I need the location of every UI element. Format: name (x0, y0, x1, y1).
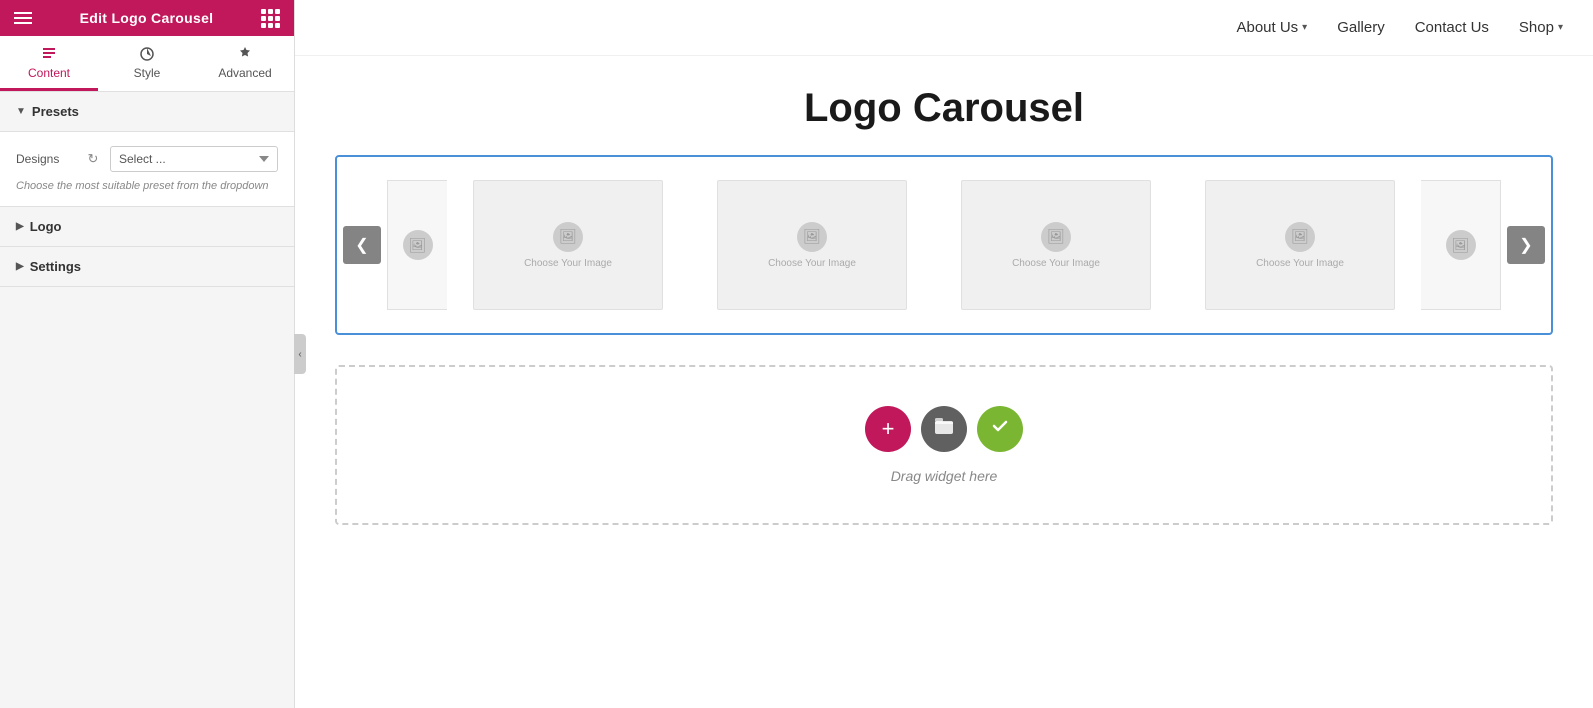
sidebar-content: ▼ Presets Designs ↻ Select ... Choose th… (0, 92, 294, 708)
slide-2-content: 🖼 Choose Your Image (768, 222, 856, 269)
designs-label: Designs (16, 152, 76, 166)
nav-contact-us-label: Contact Us (1415, 19, 1489, 36)
drag-widget-text: Drag widget here (891, 468, 998, 484)
tab-advanced[interactable]: Advanced (196, 36, 294, 91)
slide-partial-right-content: 🖼 (1446, 230, 1476, 260)
hamburger-icon[interactable] (14, 12, 32, 24)
arrow-left-icon: ❮ (355, 235, 368, 255)
image-icon: 🖼 (403, 230, 433, 260)
tab-content-label: Content (28, 66, 70, 80)
image-placeholder-icon-2: 🖼 (797, 222, 827, 252)
design-select[interactable]: Select ... (110, 146, 278, 172)
drop-zone: + (335, 365, 1553, 525)
sidebar-tabs: Content Style Advanced (0, 36, 294, 92)
nav-item-contact-us[interactable]: Contact Us (1415, 19, 1489, 36)
slide-4-content: 🖼 Choose Your Image (1256, 222, 1344, 269)
folder-icon (933, 415, 955, 443)
shop-dropdown-icon: ▾ (1558, 22, 1563, 33)
chevron-right-icon-2: ▶ (16, 261, 24, 272)
tab-style-label: Style (134, 66, 161, 80)
slide-1-content: 🖼 Choose Your Image (524, 222, 612, 269)
about-us-dropdown-icon: ▾ (1302, 22, 1307, 33)
collapse-sidebar-button[interactable]: ‹ (294, 334, 306, 374)
grid-icon[interactable] (261, 9, 280, 28)
page-content: Logo Carousel ❮ 🖼 🖼 Choose Your Image (295, 56, 1593, 555)
chevron-down-icon: ▼ (16, 106, 26, 117)
section-presets-label: Presets (32, 104, 79, 119)
tab-content[interactable]: Content (0, 36, 98, 91)
carousel-slides: 🖼 Choose Your Image 🖼 Choose Your Image … (447, 180, 1421, 310)
tab-style[interactable]: Style (98, 36, 196, 91)
nav-item-gallery[interactable]: Gallery (1337, 19, 1385, 36)
slide-4-text: Choose Your Image (1256, 258, 1344, 269)
carousel-slide-3[interactable]: 🖼 Choose Your Image (961, 180, 1151, 310)
nav-about-us-label: About Us (1236, 19, 1298, 36)
design-row: Designs ↻ Select ... (16, 146, 278, 172)
nav-shop-label: Shop (1519, 19, 1554, 36)
carousel-slide-4[interactable]: 🖼 Choose Your Image (1205, 180, 1395, 310)
nav-item-shop[interactable]: Shop ▾ (1519, 19, 1563, 36)
carousel-arrow-left[interactable]: ❮ (343, 226, 381, 264)
nav-item-about-us[interactable]: About Us ▾ (1236, 19, 1307, 36)
refresh-icon[interactable]: ↻ (84, 150, 102, 168)
check-button[interactable] (977, 406, 1023, 452)
carousel-slide-1[interactable]: 🖼 Choose Your Image (473, 180, 663, 310)
slide-3-text: Choose Your Image (1012, 258, 1100, 269)
chevron-right-icon: ▶ (16, 221, 24, 232)
top-nav: About Us ▾ Gallery Contact Us Shop ▾ (295, 0, 1593, 56)
section-logo-header[interactable]: ▶ Logo (0, 207, 294, 247)
section-logo-label: Logo (30, 219, 62, 234)
slide-2-text: Choose Your Image (768, 258, 856, 269)
tab-advanced-label: Advanced (218, 66, 271, 80)
folder-button[interactable] (921, 406, 967, 452)
sidebar-header: Edit Logo Carousel (0, 0, 294, 36)
slide-partial-content: 🖼 (403, 230, 433, 260)
image-placeholder-icon-3: 🖼 (1041, 222, 1071, 252)
section-settings-label: Settings (30, 259, 81, 274)
drop-buttons: + (865, 406, 1023, 452)
add-widget-button[interactable]: + (865, 406, 911, 452)
section-presets-body: Designs ↻ Select ... Choose the most sui… (0, 132, 294, 207)
carousel-slide-partial-left: 🖼 (387, 180, 447, 310)
section-settings-header[interactable]: ▶ Settings (0, 247, 294, 287)
carousel-slide-partial-right: 🖼 (1421, 180, 1501, 310)
slide-3-content: 🖼 Choose Your Image (1012, 222, 1100, 269)
carousel-title: Logo Carousel (335, 86, 1553, 131)
design-hint: Choose the most suitable preset from the… (16, 180, 278, 192)
nav-gallery-label: Gallery (1337, 19, 1385, 36)
arrow-right-icon: ❯ (1519, 235, 1532, 255)
image-placeholder-icon-1: 🖼 (553, 222, 583, 252)
carousel-slide-2[interactable]: 🖼 Choose Your Image (717, 180, 907, 310)
sidebar-title: Edit Logo Carousel (80, 10, 214, 26)
slide-1-text: Choose Your Image (524, 258, 612, 269)
check-icon (989, 415, 1011, 443)
carousel-arrow-right[interactable]: ❯ (1507, 226, 1545, 264)
plus-icon: + (882, 416, 895, 442)
carousel-container: ❮ 🖼 🖼 Choose Your Image 🖼 (335, 155, 1553, 335)
sidebar: Edit Logo Carousel Content Style Advance… (0, 0, 295, 708)
image-icon-right: 🖼 (1446, 230, 1476, 260)
main-content: About Us ▾ Gallery Contact Us Shop ▾ Log… (295, 0, 1593, 708)
image-placeholder-icon-4: 🖼 (1285, 222, 1315, 252)
section-presets-header[interactable]: ▼ Presets (0, 92, 294, 132)
